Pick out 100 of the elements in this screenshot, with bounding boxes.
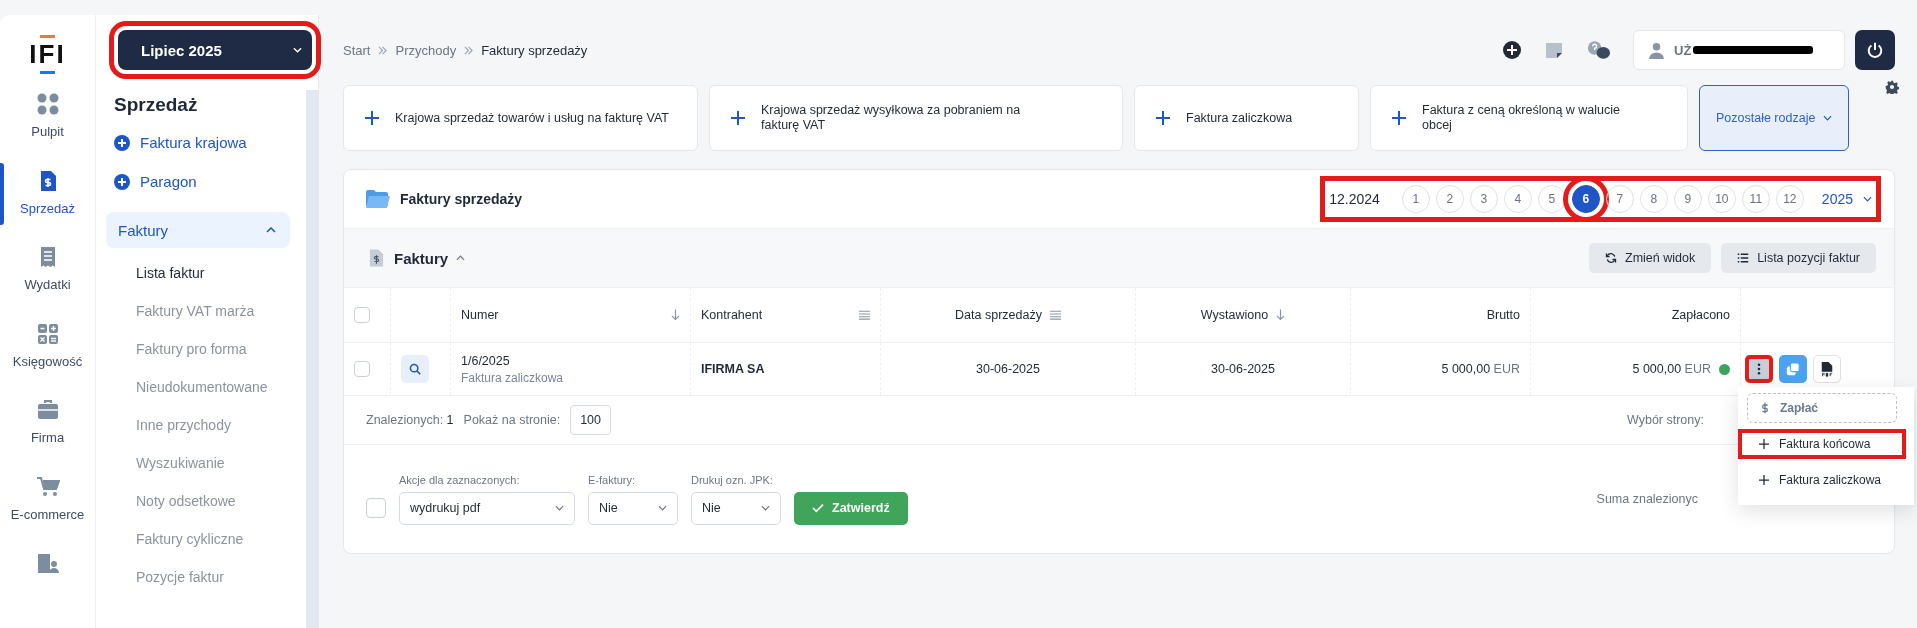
kebab-icon <box>1757 363 1761 375</box>
check-icon <box>812 503 824 513</box>
list-icon <box>1737 252 1750 264</box>
chat-help-icon[interactable] <box>1586 40 1611 60</box>
add-link[interactable]: Paragon <box>114 173 306 190</box>
chevron-down-icon <box>555 505 564 511</box>
chevron-up-icon <box>266 227 276 233</box>
year-dropdown[interactable]: 2025 <box>1821 191 1872 207</box>
rail-nav-item[interactable]: E-commerce <box>0 474 95 552</box>
select-field[interactable]: Nie <box>588 491 678 525</box>
user-icon <box>1649 41 1664 59</box>
filter-lines-icon[interactable] <box>859 310 870 320</box>
logo[interactable]: IFI <box>29 35 66 74</box>
column-header[interactable]: Numer <box>461 308 663 322</box>
new-invoice-card[interactable]: Faktura zaliczkowa <box>1134 85 1359 151</box>
double-chevron-icon <box>464 45 474 55</box>
more-actions-button[interactable] <box>1745 355 1773 383</box>
view-button[interactable]: Zmień widok <box>1589 243 1712 273</box>
copy-icon <box>1786 362 1800 376</box>
found-count: Znalezionych: 1 <box>366 413 454 427</box>
filter-lines-icon[interactable] <box>1049 310 1061 320</box>
sort-arrow-icon[interactable] <box>671 309 680 321</box>
chevron-up-icon <box>456 255 466 261</box>
table-cell: IFIRMA SA <box>701 362 765 376</box>
rail-nav-item[interactable]: Firma <box>0 398 95 475</box>
building-person-icon <box>35 551 60 576</box>
section-toggle[interactable]: Faktury <box>394 249 466 267</box>
select-field[interactable]: Nie <box>691 491 781 525</box>
pdf-button[interactable] <box>1813 355 1841 383</box>
add-link[interactable]: Faktura krajowa <box>114 134 306 151</box>
sum-label: Suma znalezionyc <box>1596 492 1698 506</box>
row-checkbox[interactable] <box>354 361 370 377</box>
copy-button[interactable] <box>1779 355 1807 383</box>
current-page-link[interactable]: Faktury sprzedaży <box>481 42 588 58</box>
plus-icon <box>1759 438 1769 450</box>
chevron-down-icon <box>293 47 302 53</box>
column-header[interactable]: Wystawiono <box>1200 308 1269 322</box>
field-label: Drukuj ozn. JPK: <box>691 473 774 486</box>
plus-icon <box>1155 110 1171 126</box>
invoice-number[interactable]: 1/6/2025 <box>461 353 510 368</box>
view-button[interactable]: Lista pozycji faktur <box>1721 243 1876 273</box>
grid-dots-icon <box>35 92 60 116</box>
dollar-document-icon <box>369 248 384 268</box>
table-cell: 5 000,00 EUR <box>1632 362 1711 376</box>
dollar-icon <box>1760 402 1770 414</box>
section-heading: Sprzedaż <box>114 94 199 116</box>
column-header[interactable]: Data sprzedaży <box>955 308 1042 322</box>
cart-icon <box>35 474 60 499</box>
per-page-label: Pokaż na stronie: <box>463 413 561 427</box>
select-all-checkbox[interactable] <box>354 307 370 323</box>
folder-icon <box>366 190 390 208</box>
menu-item[interactable]: Faktura zaliczkowa <box>1747 465 1897 495</box>
table-cell: 30-06-2025 <box>1211 362 1275 376</box>
double-chevron-icon <box>378 45 388 55</box>
rail-nav-item[interactable]: Wydatki <box>0 245 95 322</box>
breadcrumb-link[interactable]: Przychody <box>395 42 457 58</box>
user-menu[interactable]: UŻ <box>1633 30 1845 70</box>
chevron-down-icon <box>1823 115 1832 121</box>
column-header[interactable]: Zapłacono <box>1671 308 1730 322</box>
chevron-down-icon <box>658 505 667 511</box>
group-toggle[interactable]: Faktury <box>106 212 290 248</box>
add-icon[interactable] <box>1502 40 1522 60</box>
calculator-icon <box>35 321 60 346</box>
scrollbar[interactable] <box>306 90 318 628</box>
table-cell: 5 000,00 EUR <box>1441 362 1520 376</box>
preview-button[interactable] <box>401 355 429 383</box>
refresh-icon <box>1605 252 1617 264</box>
field-label: E-faktury: <box>588 473 637 486</box>
panel-title: Faktury sprzedaży <box>400 191 523 207</box>
logout-button[interactable] <box>1855 30 1895 70</box>
plus-circle-icon <box>114 134 130 151</box>
chevron-down-icon <box>1863 196 1872 202</box>
invoice-type: Faktura zaliczkowa <box>461 370 564 385</box>
column-header[interactable]: Kontrahent <box>701 308 851 322</box>
menu-item[interactable]: Zapłać <box>1747 393 1897 423</box>
previous-period-link[interactable]: 12.2024 <box>1329 191 1380 207</box>
power-icon <box>1866 41 1884 59</box>
chevron-down-icon <box>761 505 770 511</box>
more-types-dropdown[interactable]: Pozostałe rodzaje <box>1699 85 1849 151</box>
breadcrumb-link[interactable]: Start <box>343 42 371 58</box>
new-invoice-card[interactable]: Krajowa sprzedaż wysyłkowa za pobraniem na fakturę VAT <box>709 85 1123 151</box>
bulk-checkbox[interactable] <box>366 498 386 518</box>
rail-nav-item[interactable]: Pulpit <box>0 92 95 169</box>
settings-icon[interactable] <box>1885 80 1899 94</box>
pdf-file-icon <box>1821 361 1833 377</box>
search-icon <box>409 363 421 375</box>
select-field[interactable]: wydrukuj pdf <box>399 491 575 525</box>
table-cell: 30-06-2025 <box>976 362 1040 376</box>
submenu-link[interactable]: Lista faktur <box>106 254 306 292</box>
new-invoice-card[interactable]: Faktura z ceną określoną w walucie obcej <box>1370 85 1688 151</box>
new-invoice-card[interactable]: Krajowa sprzedaż towarów i usług na fakturę VAT <box>343 85 698 151</box>
page-select-label: Wybór strony: <box>1627 413 1704 427</box>
sort-arrow-icon[interactable] <box>1276 309 1286 321</box>
per-page-field[interactable]: 100 <box>570 405 611 435</box>
note-icon[interactable] <box>1544 40 1564 60</box>
menu-item[interactable]: Faktura końcowa <box>1738 429 1906 459</box>
field-label: Akcje dla zaznaczonych: <box>399 473 521 486</box>
column-header[interactable]: Brutto <box>1486 308 1520 322</box>
rail-nav-item[interactable]: Księgowość <box>0 321 95 399</box>
plus-icon <box>1759 474 1769 486</box>
